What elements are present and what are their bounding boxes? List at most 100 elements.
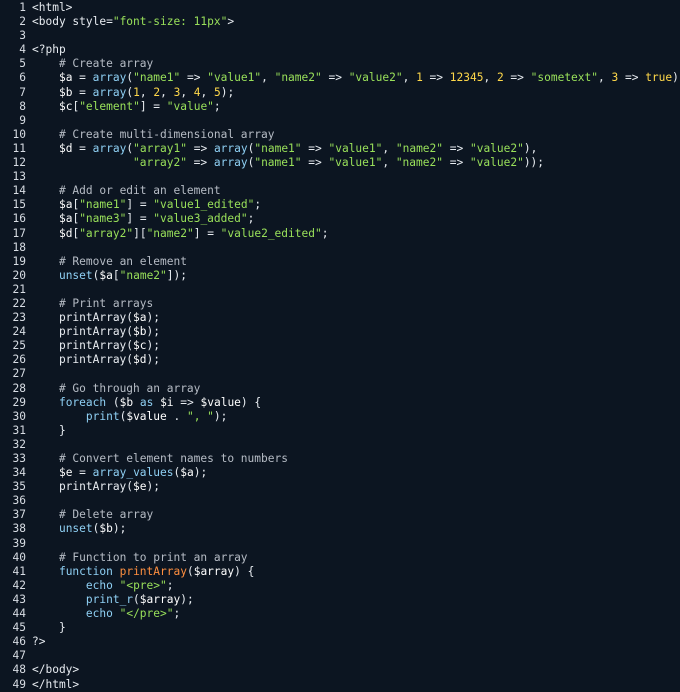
code-line[interactable]: 39 [0, 537, 680, 551]
code-line[interactable]: 10 # Create multi-dimensional array [0, 128, 680, 142]
code-line[interactable]: 32 [0, 438, 680, 452]
code-line[interactable]: 37 # Delete array [0, 508, 680, 522]
code-line[interactable]: 21 [0, 283, 680, 297]
code-text: printArray($d); [32, 353, 680, 367]
code-token-plain: ; [213, 99, 221, 113]
code-token-plain: , [261, 71, 275, 85]
code-token-str: "array1" [133, 141, 187, 155]
code-line[interactable]: 30 print($value . ", "); [0, 410, 680, 424]
code-line[interactable]: 17 $d["array2"]["name2"] = "value2_edite… [0, 227, 680, 241]
code-line[interactable]: 25 printArray($c); [0, 339, 680, 353]
line-number: 28 [12, 381, 26, 395]
code-token-kw: array_values [92, 466, 174, 480]
code-line[interactable]: 35 printArray($e); [0, 480, 680, 494]
code-line[interactable]: 4 <?php [0, 43, 680, 57]
code-token-kw: unset [58, 268, 93, 282]
code-token-plain: ( [106, 395, 120, 409]
code-line[interactable]: 22 # Print arrays [0, 297, 680, 311]
code-line[interactable]: 2 <body style="font-size: 11px"> [0, 15, 680, 29]
code-token-plain: ] = [193, 226, 221, 240]
line-number: 38 [12, 522, 26, 536]
code-token-kw: foreach [58, 395, 107, 409]
code-token-comment: # Create array [58, 57, 154, 71]
code-token-plain: , [483, 71, 497, 85]
code-token-plain: <html> [32, 1, 73, 14]
code-token-plain: , [402, 71, 417, 85]
code-token-var: $a [99, 268, 113, 282]
code-token-str: "value1" [328, 141, 383, 155]
code-line[interactable]: 11 $d = array("array1" => array("name1" … [0, 142, 680, 156]
code-line[interactable]: 6 $a = array("name1" => "value1", "name2… [0, 71, 680, 85]
code-editor[interactable]: 1 <html> 2 <body style="font-size: 11px"> 3 4… [0, 0, 680, 692]
code-text: <?php [32, 43, 680, 57]
code-token-plain: ; [247, 212, 255, 226]
line-number: 21 [12, 282, 26, 296]
code-line[interactable]: 36 [0, 494, 680, 508]
line-number: 44 [12, 607, 26, 621]
code-line[interactable]: 18 [0, 241, 680, 255]
code-line[interactable]: 49 </html> [0, 678, 680, 692]
code-line[interactable]: 12 "array2" => array("name1" => "value1"… [0, 156, 680, 170]
code-line[interactable]: 15 $a["name1"] = "value1_edited"; [0, 198, 680, 212]
code-line[interactable]: 40 # Function to print an array [0, 551, 680, 565]
code-line[interactable]: 43 print_r($array); [0, 593, 680, 607]
code-token-num: 5 [214, 85, 221, 99]
code-token-var: $i [160, 395, 174, 409]
code-line[interactable]: 45 } [0, 621, 680, 635]
code-line[interactable]: 26 printArray($d); [0, 353, 680, 367]
code-token-var: $array [139, 592, 181, 606]
line-number: 6 [19, 71, 26, 85]
line-number: 33 [12, 452, 26, 465]
code-token-plain: printArray( [32, 311, 134, 325]
code-line[interactable]: 7 $b = array(1, 2, 3, 4, 5); [0, 86, 680, 100]
code-line[interactable]: 5 # Create array [0, 57, 680, 71]
code-token-plain: ; [254, 198, 262, 212]
code-line[interactable]: 27 [0, 367, 680, 381]
code-line[interactable]: 1 <html> [0, 1, 680, 15]
code-line[interactable]: 46 ?> [0, 635, 680, 649]
code-line[interactable]: 44 echo "</pre>"; [0, 607, 680, 621]
code-token-num: 12345 [449, 71, 484, 85]
code-token-var: $array [193, 564, 235, 578]
code-line[interactable]: 3 [0, 29, 680, 43]
code-line[interactable]: 19 # Remove an element [0, 255, 680, 269]
code-line[interactable]: 41 function printArray($array) { [0, 565, 680, 579]
code-text: $c["element"] = "value"; [32, 100, 680, 114]
code-line[interactable]: 23 printArray($a); [0, 311, 680, 325]
code-line[interactable]: 29 foreach ($b as $i => $value) { [0, 396, 680, 410]
code-line[interactable]: 8 $c["element"] = "value"; [0, 100, 680, 114]
code-line[interactable]: 9 [0, 114, 680, 128]
code-token-plain: . [166, 409, 187, 423]
code-token-str: "<pre>" [119, 578, 167, 592]
code-line[interactable]: 28 # Go through an array [0, 382, 680, 396]
line-number: 19 [12, 254, 26, 268]
code-token-var: $value [200, 395, 241, 409]
code-token-kw: unset [58, 522, 93, 536]
line-number: 27 [12, 367, 26, 381]
code-line[interactable]: 13 [0, 170, 680, 184]
code-token-comment: # Print arrays [58, 296, 154, 310]
code-text: ?> [32, 635, 680, 649]
code-line[interactable]: 34 $e = array_values($a); [0, 466, 680, 480]
code-line[interactable]: 47 [0, 649, 680, 663]
code-line[interactable]: 38 unset($b); [0, 522, 680, 536]
code-line[interactable]: 33 # Convert element names to numbers [0, 452, 680, 466]
code-line[interactable]: 16 $a["name3"] = "value3_added"; [0, 212, 680, 226]
code-line[interactable]: 48 </body> [0, 663, 680, 677]
code-token-kw: function [58, 564, 113, 578]
code-line[interactable]: 14 # Add or edit an element [0, 184, 680, 198]
code-line[interactable]: 20 unset($a["name2"]); [0, 269, 680, 283]
code-token-str: "name1" [254, 141, 302, 155]
code-line[interactable]: 31 } [0, 424, 680, 438]
code-line[interactable]: 24 printArray($b); [0, 325, 680, 339]
code-line[interactable]: 42 echo "<pre>"; [0, 579, 680, 593]
code-text: echo "<pre>"; [32, 579, 680, 593]
